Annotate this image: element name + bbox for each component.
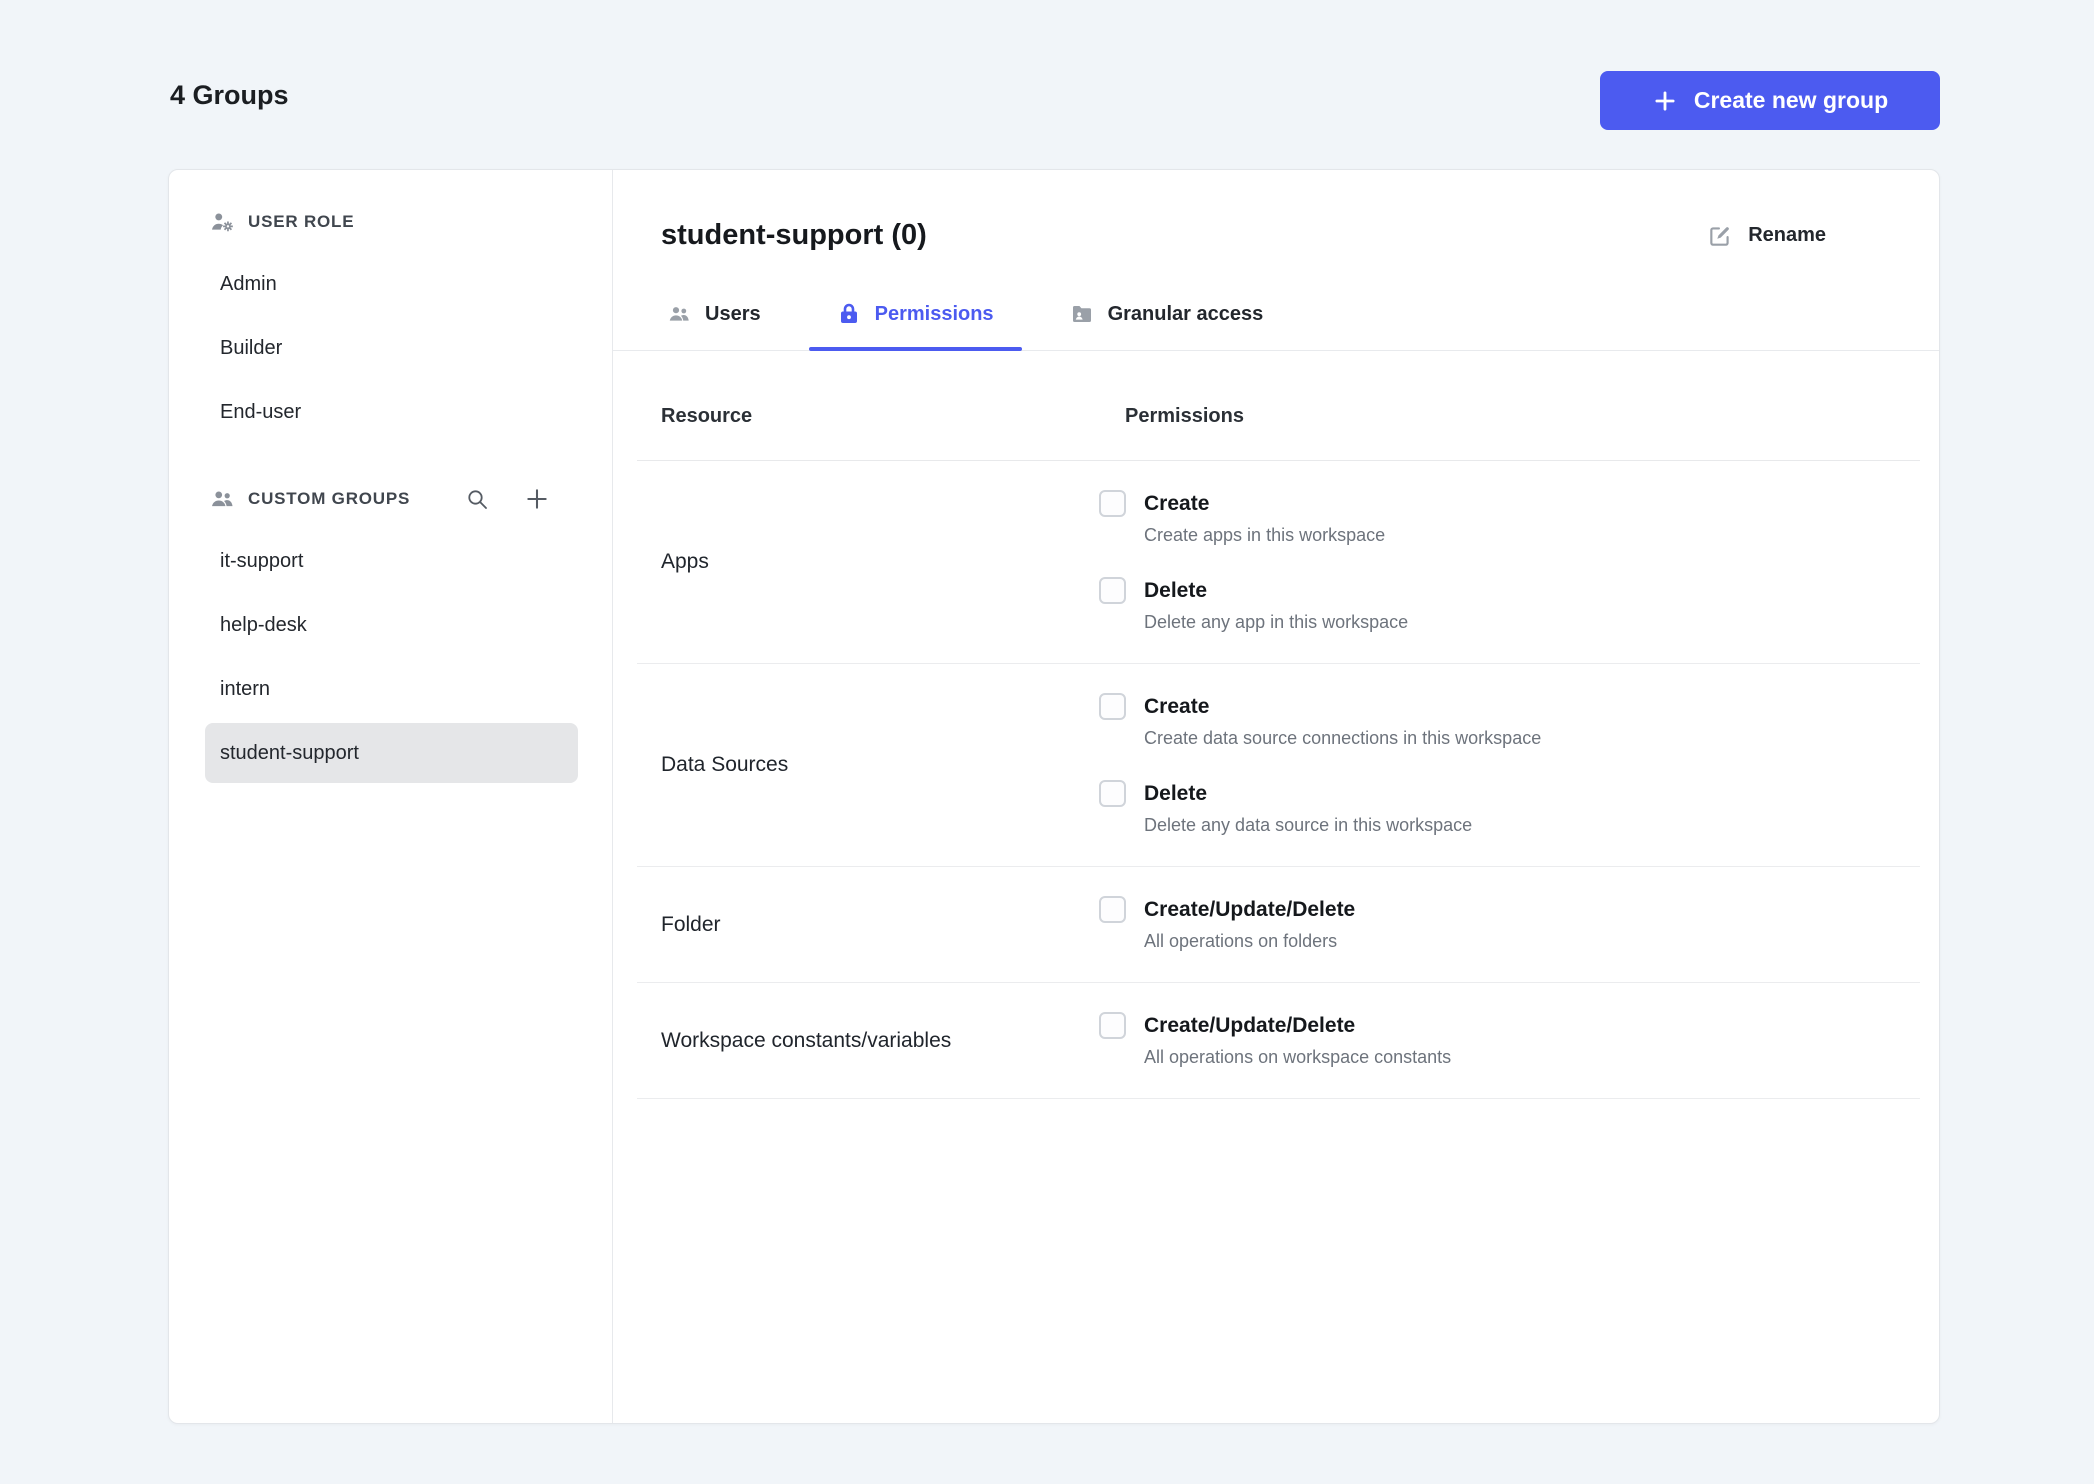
- group-title: student-support (0): [661, 219, 927, 251]
- tab-users-label: Users: [705, 302, 761, 325]
- permission-item: Create Create data source connections in…: [1099, 693, 1920, 749]
- tab-permissions-label: Permissions: [874, 302, 994, 325]
- lock-icon: [837, 302, 861, 326]
- user-gear-icon: [209, 209, 235, 235]
- permission-description: Delete any data source in this workspace: [1144, 815, 1473, 835]
- permissions-column-header: Permissions: [1125, 405, 1244, 427]
- create-new-group-label: Create new group: [1693, 87, 1889, 113]
- permission-item: Create/Update/Delete All operations on w…: [1099, 1012, 1920, 1068]
- permission-item: Delete Delete any data source in this wo…: [1099, 780, 1920, 836]
- sidebar-item-help-desk[interactable]: help-desk: [205, 595, 578, 655]
- permission-item: Delete Delete any app in this workspace: [1099, 577, 1920, 633]
- checkbox-workspace-constants-create-update-delete[interactable]: [1099, 1012, 1126, 1039]
- permission-description: Delete any app in this workspace: [1144, 612, 1409, 632]
- sidebar-item-it-support[interactable]: it-support: [205, 531, 578, 591]
- sidebar-item-intern[interactable]: intern: [205, 659, 578, 719]
- plus-icon: [1652, 88, 1678, 114]
- sidebar-item-builder[interactable]: Builder: [205, 318, 578, 378]
- edit-pencil-icon: [1707, 223, 1733, 249]
- permission-label: Create/Update/Delete: [1144, 1014, 1356, 1037]
- permission-description: Create data source connections in this w…: [1144, 728, 1542, 748]
- permission-label: Delete: [1144, 579, 1208, 602]
- permission-label: Delete: [1144, 782, 1208, 805]
- resource-label: Folder: [661, 912, 721, 936]
- table-row-workspace-constants: Workspace constants/variables Create/Upd…: [637, 983, 1920, 1099]
- add-group-plus-icon[interactable]: [524, 486, 550, 512]
- search-icon[interactable]: [465, 487, 489, 511]
- resource-label: Workspace constants/variables: [661, 1028, 952, 1052]
- resource-label: Apps: [661, 550, 709, 573]
- table-row-folder: Folder Create/Update/Delete All operatio…: [637, 867, 1920, 983]
- checkbox-data-sources-delete[interactable]: [1099, 780, 1126, 807]
- resource-label: Data Sources: [661, 753, 789, 776]
- checkbox-folder-create-update-delete[interactable]: [1099, 896, 1126, 923]
- sidebar: USER ROLE Admin Builder End-user CUSTOM …: [169, 170, 613, 1423]
- permissions-table: Resource Permissions Apps Create Create …: [637, 351, 1920, 1099]
- permission-label: Create/Update/Delete: [1144, 898, 1356, 921]
- group-tabs: Users Permissions Granular access: [613, 252, 1939, 351]
- rename-button[interactable]: Rename: [1707, 223, 1826, 249]
- tab-users[interactable]: Users: [661, 302, 789, 350]
- users-icon: [209, 486, 235, 512]
- sidebar-item-student-support[interactable]: student-support: [205, 723, 578, 783]
- table-row-data-sources: Data Sources Create Create data source c…: [637, 664, 1920, 867]
- page-title: 4 Groups: [170, 80, 289, 110]
- tab-granular-access[interactable]: Granular access: [1042, 302, 1292, 350]
- user-role-header-label: USER ROLE: [248, 212, 355, 231]
- resource-column-header: Resource: [661, 405, 753, 427]
- checkbox-apps-delete[interactable]: [1099, 577, 1126, 604]
- permission-item: Create Create apps in this workspace: [1099, 490, 1920, 546]
- custom-groups-header: CUSTOM GROUPS: [169, 483, 612, 515]
- group-detail-panel: student-support (0) Rename Users Permiss…: [613, 170, 1939, 1423]
- permission-label: Create: [1144, 695, 1210, 718]
- users-icon: [667, 302, 691, 326]
- sidebar-item-end-user[interactable]: End-user: [205, 382, 578, 442]
- permission-label: Create: [1144, 492, 1210, 515]
- table-row-apps: Apps Create Create apps in this workspac…: [637, 461, 1920, 664]
- permission-item: Create/Update/Delete All operations on f…: [1099, 896, 1920, 952]
- tab-granular-access-label: Granular access: [1107, 302, 1264, 325]
- folder-user-icon: [1070, 302, 1094, 326]
- create-new-group-button[interactable]: Create new group: [1600, 71, 1940, 130]
- tab-permissions[interactable]: Permissions: [808, 302, 1022, 351]
- user-role-header: USER ROLE: [169, 206, 612, 238]
- table-header-row: Resource Permissions: [637, 351, 1920, 461]
- checkbox-apps-create[interactable]: [1099, 490, 1126, 517]
- permission-description: Create apps in this workspace: [1144, 525, 1386, 545]
- rename-label: Rename: [1748, 224, 1826, 246]
- groups-card: USER ROLE Admin Builder End-user CUSTOM …: [168, 169, 1940, 1424]
- permission-description: All operations on folders: [1144, 931, 1338, 951]
- custom-groups-header-label: CUSTOM GROUPS: [248, 489, 411, 508]
- permission-description: All operations on workspace constants: [1144, 1047, 1452, 1067]
- checkbox-data-sources-create[interactable]: [1099, 693, 1126, 720]
- sidebar-item-admin[interactable]: Admin: [205, 254, 578, 314]
